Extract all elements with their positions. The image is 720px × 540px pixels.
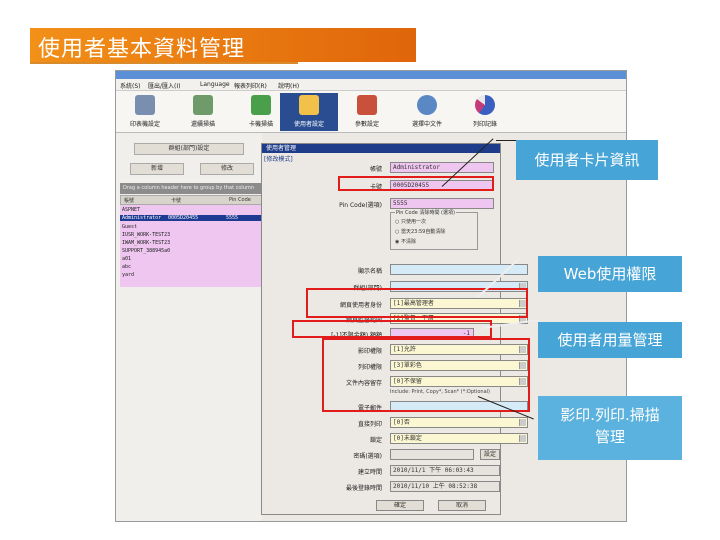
title-underline [30, 62, 298, 64]
direct-print-label: 直接列印 [357, 421, 382, 428]
callout-permissions: 影印.列印.掃描 管理 [538, 396, 682, 460]
menu-help[interactable]: 說明(H) [278, 81, 299, 90]
toolbar-printer-settings[interactable]: 印表機設定 [116, 93, 174, 131]
created-time-label: 建立時間 [357, 469, 382, 476]
table-row[interactable]: IUSR_WORK-TEST23 [122, 232, 170, 238]
table-row[interactable]: abc [122, 264, 131, 270]
radio-once[interactable]: ○ 只使用一次 [395, 218, 426, 225]
toolbar-scan[interactable]: 還續掃描 [174, 93, 232, 131]
group-by-bar[interactable]: Drag a column header here to group by th… [120, 183, 262, 194]
account-field[interactable]: Administrator [390, 162, 494, 173]
table-row[interactable]: ASPNET [122, 207, 140, 213]
table-row[interactable]: yard [122, 272, 134, 278]
settings-icon [357, 95, 377, 115]
toolbar-label: 列印記錄 [472, 121, 497, 128]
highlight-card [338, 176, 494, 191]
user-grid: ASPNET Administrator 0005D20455 5555 Gue… [120, 205, 262, 287]
card-reader-icon [251, 95, 271, 115]
pin-label: Pin Code(選項) [339, 202, 382, 209]
document-icon [417, 95, 437, 115]
grid-header: 帳號 卡號 Pin Code [120, 195, 262, 205]
toolbar-documents[interactable]: 選擇中文件 [398, 93, 456, 131]
password-label: 密碼(選項) [353, 453, 382, 460]
row-account: Administrator [122, 215, 162, 221]
column-card[interactable]: 卡號 [171, 197, 181, 204]
password-set-button[interactable]: 設定 [480, 449, 500, 460]
callout-quota: 使用者用量管理 [538, 322, 682, 358]
row-pin: 5555 [226, 215, 239, 221]
menu-system[interactable]: 系統(S) [120, 81, 141, 90]
last-login-value: 2010/11/10 上午 08:52:38 [390, 481, 500, 492]
connector-line [496, 140, 518, 141]
radio-once-label: 只使用一次 [400, 219, 426, 225]
menu-reports[interactable]: 報表列印(R) [234, 81, 267, 90]
toolbar-label: 選擇中文件 [411, 121, 442, 128]
toolbar: 印表機設定 還續掃描 卡機掃描 使用者設定 參數設定 選擇中文件 列印記錄 [116, 91, 626, 133]
left-panel: 群組(部門)設定 新增 修改 Drag a column header here… [116, 133, 262, 521]
highlight-quota [292, 320, 492, 338]
radio-daily[interactable]: ○ 當天23:59自動清除 [395, 228, 445, 235]
display-name-label: 顯示名稱 [357, 268, 382, 275]
direct-print-value: [0]否 [393, 419, 410, 426]
title-bar: 使用者基本資料管理 [30, 28, 416, 62]
scanner-icon [193, 95, 213, 115]
column-account[interactable]: 帳號 [124, 197, 134, 204]
toolbar-print-log[interactable]: 列印記錄 [456, 93, 514, 131]
row-card: 0005D20455 [168, 215, 199, 221]
group-settings-button[interactable]: 群組(部門)設定 [134, 143, 244, 155]
radio-never[interactable]: ◉ 不清除 [395, 238, 416, 245]
radio-daily-label: 當天23:59自動清除 [400, 229, 446, 235]
dialog-mode: [修改模式] [264, 156, 293, 163]
toolbar-label: 還續掃描 [190, 121, 215, 128]
table-row[interactable]: SUPPORT_388945a0 [122, 248, 170, 254]
highlight-permissions [322, 338, 530, 412]
user-settings-icon [299, 95, 319, 115]
direct-print-select[interactable]: [0]否 [390, 417, 528, 428]
last-login-label: 最後登錄時間 [345, 485, 382, 492]
column-pin[interactable]: Pin Code [229, 197, 251, 203]
highlight-web-permission [306, 288, 528, 318]
toolbar-parameters[interactable]: 參數設定 [338, 93, 396, 131]
callout-card-info: 使用者卡片資訊 [516, 140, 658, 180]
toolbar-user-settings[interactable]: 使用者設定 [280, 93, 338, 131]
pin-clear-group: Pin Code 清除時間 (選項) ○ 只使用一次 ○ 當天23:59自動清除… [390, 209, 478, 250]
add-button[interactable]: 新增 [130, 163, 184, 175]
table-row[interactable]: IWAM_WORK-TEST23 [122, 240, 170, 246]
slide-title: 使用者基本資料管理 [38, 37, 246, 62]
account-label: 帳號 [369, 166, 382, 173]
toolbar-label: 參數設定 [354, 121, 379, 128]
cancel-button[interactable]: 取消 [438, 500, 486, 511]
menubar: 系統(S) 匯出/匯入(I) Language 報表列印(R) 說明(H) [116, 79, 626, 91]
lock-select[interactable]: [0]未鎖定 [390, 433, 528, 444]
callout-web-permission: Web使用權限 [538, 256, 682, 292]
lock-label: 鎖定 [369, 437, 382, 444]
dialog-title: 使用者管理 [262, 144, 500, 153]
slide: 使用者基本資料管理 系統(S) 匯出/匯入(I) Language 報表列印(R… [0, 0, 720, 540]
created-time-value: 2010/11/1 下午 06:03:43 [390, 465, 500, 476]
table-row[interactable]: a01 [122, 256, 131, 262]
password-field[interactable] [390, 449, 474, 460]
chevron-down-icon [519, 419, 526, 426]
edit-button[interactable]: 修改 [200, 163, 254, 175]
toolbar-label: 使用者設定 [293, 121, 324, 128]
menu-language[interactable]: Language [200, 81, 230, 88]
window-titlebar [116, 71, 626, 79]
pin-field[interactable]: 5555 [390, 198, 494, 209]
pin-clear-title: Pin Code 清除時間 (選項) [395, 209, 456, 216]
toolbar-label: 印表機設定 [129, 121, 160, 128]
chevron-down-icon [519, 435, 526, 442]
menu-import-export[interactable]: 匯出/匯入(I) [148, 81, 180, 90]
ok-button[interactable]: 確定 [376, 500, 424, 511]
table-row[interactable]: Guest [122, 224, 137, 230]
table-row-selected[interactable]: Administrator 0005D20455 5555 [120, 215, 262, 221]
radio-never-label: 不清除 [400, 239, 416, 245]
printer-icon [135, 95, 155, 115]
pie-chart-icon [475, 95, 495, 115]
lock-value: [0]未鎖定 [393, 435, 422, 442]
